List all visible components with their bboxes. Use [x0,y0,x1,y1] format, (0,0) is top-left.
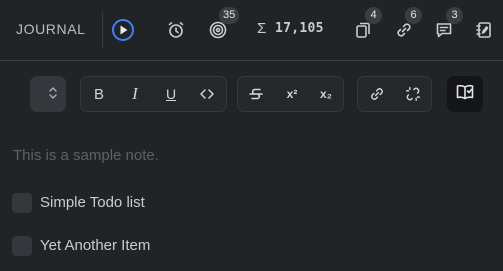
underline-label: U [165,86,177,102]
todo-label[interactable]: Yet Another Item [40,237,150,254]
word-count-symbol: Σ [257,20,267,37]
alarm-icon[interactable] [166,20,186,40]
unlink-icon [404,85,422,103]
divider [102,12,103,48]
superscript-label: x² [286,87,298,101]
side-panel-button[interactable] [447,76,483,112]
notebook-icon[interactable] [474,20,494,40]
book-open-icon [455,82,475,107]
word-count: 17,105 [275,21,324,36]
code-icon [199,86,215,102]
comments-badge: 3 [446,7,463,24]
top-bar: JOURNAL 35 Σ 17,105 4 6 3 [0,0,503,61]
italic-button[interactable]: I [117,77,153,111]
subscript-label: x₂ [319,87,332,101]
strikethrough-button[interactable] [238,77,274,111]
code-button[interactable] [189,77,225,111]
superscript-button[interactable]: x² [274,77,310,111]
chevron-up-down-icon [49,86,57,105]
subscript-button[interactable]: x₂ [308,77,344,111]
unlink-button[interactable] [395,77,431,111]
journal-title[interactable]: JOURNAL [16,21,86,37]
editor-placeholder[interactable]: This is a sample note. [13,147,159,164]
todo-checkbox[interactable] [12,236,32,256]
pages-badge: 4 [365,7,382,24]
bold-label: B [93,85,104,103]
link-group [357,76,432,112]
text-type-select[interactable] [30,76,66,112]
todo-checkbox[interactable] [12,193,32,213]
underline-button[interactable]: U [153,77,189,111]
strikethrough-icon [248,86,264,102]
format-group: B I U [80,76,227,112]
todo-label[interactable]: Simple Todo list [40,194,145,211]
italic-label: I [132,84,138,103]
link-button[interactable] [359,77,395,111]
bold-button[interactable]: B [81,77,117,111]
link-icon [368,85,386,103]
goal-badge: 35 [219,7,240,24]
script-group: x² x₂ [237,76,344,112]
links-badge: 6 [405,7,422,24]
play-circle-icon[interactable] [111,18,135,42]
